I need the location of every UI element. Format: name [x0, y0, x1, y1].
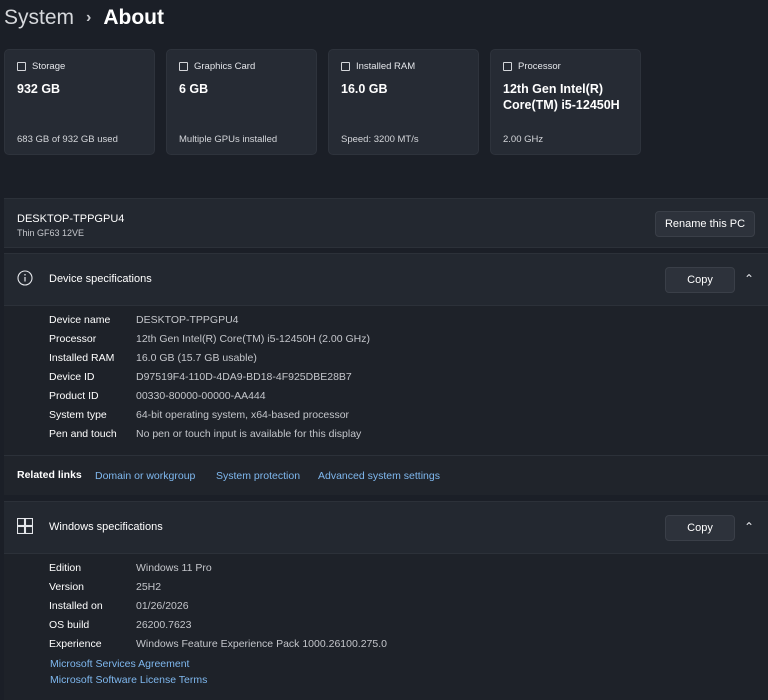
spec-value: Windows 11 Pro	[136, 562, 212, 574]
spec-value: 16.0 GB (15.7 GB usable)	[136, 352, 257, 364]
card-label: Storage	[32, 61, 66, 72]
chevron-up-icon[interactable]: ⌃	[741, 272, 757, 286]
spec-value: 12th Gen Intel(R) Core(TM) i5-12450H (2.…	[136, 333, 370, 345]
card-sub: 683 GB of 932 GB used	[17, 134, 118, 145]
copy-device-specs-button[interactable]: Copy	[665, 267, 735, 293]
spec-key: OS build	[49, 619, 90, 631]
card-label: Processor	[518, 61, 561, 72]
windows-specs-title: Windows specifications	[49, 521, 163, 533]
spec-value: No pen or touch input is available for t…	[136, 428, 362, 440]
storage-card[interactable]: Storage 932 GB 683 GB of 932 GB used	[4, 49, 155, 155]
spec-key: Edition	[49, 562, 82, 574]
windows-specs-body: Edition Windows 11 Pro Version 25H2 Inst…	[4, 554, 768, 700]
pc-name: DESKTOP-TPPGPU4	[17, 213, 125, 225]
spec-value: 64-bit operating system, x64-based proce…	[136, 409, 350, 421]
windows-logo-icon	[17, 518, 33, 534]
chevron-up-icon[interactable]: ⌃	[741, 520, 757, 534]
advanced-system-settings-link[interactable]: Advanced system settings	[318, 470, 440, 482]
ram-icon	[341, 62, 350, 71]
domain-workgroup-link[interactable]: Domain or workgroup	[95, 470, 195, 482]
device-specs-title: Device specifications	[49, 273, 152, 285]
spec-value: DESKTOP-TPPGPU4	[136, 314, 239, 326]
copy-windows-specs-button[interactable]: Copy	[665, 515, 735, 541]
processor-icon	[503, 62, 512, 71]
info-icon	[17, 270, 33, 286]
services-agreement-link[interactable]: Microsoft Services Agreement	[50, 658, 189, 670]
graphics-card-icon	[179, 62, 188, 71]
graphics-card-card[interactable]: Graphics Card 6 GB Multiple GPUs install…	[166, 49, 317, 155]
related-links: Related links Domain or workgroup System…	[4, 455, 768, 495]
license-terms-link[interactable]: Microsoft Software License Terms	[50, 674, 207, 686]
rename-pc-button[interactable]: Rename this PC	[655, 211, 755, 237]
spec-key: Product ID	[49, 390, 99, 402]
windows-specs-header[interactable]: Windows specifications Copy ⌃	[4, 501, 768, 553]
card-value: 6 GB	[179, 82, 209, 96]
storage-icon	[17, 62, 26, 71]
spec-key: Device name	[49, 314, 111, 326]
card-label: Graphics Card	[194, 61, 256, 72]
spec-key: Installed RAM	[49, 352, 115, 364]
breadcrumb-system[interactable]: System	[4, 6, 74, 30]
spec-value: 25H2	[136, 581, 162, 593]
card-sub: Multiple GPUs installed	[179, 134, 278, 145]
breadcrumb-separator: ›	[86, 9, 92, 26]
spec-value: 01/26/2026	[136, 600, 189, 612]
system-protection-link[interactable]: System protection	[216, 470, 300, 482]
page-title: About	[103, 6, 164, 29]
spec-value: D97519F4-110D-4DA9-BD18-4F925DBE28B7	[136, 371, 352, 383]
card-label: Installed RAM	[356, 61, 416, 72]
spec-value: 00330-80000-00000-AA444	[136, 390, 266, 402]
card-value: 16.0 GB	[341, 82, 388, 96]
spec-value: Windows Feature Experience Pack 1000.261…	[136, 638, 387, 650]
card-sub: 2.00 GHz	[503, 134, 544, 145]
card-sub: Speed: 3200 MT/s	[341, 134, 419, 145]
spec-key: System type	[49, 409, 107, 421]
spec-key: Installed on	[49, 600, 103, 612]
related-links-label: Related links	[17, 469, 82, 481]
spec-key: Version	[49, 581, 85, 593]
spec-key: Device ID	[49, 371, 95, 383]
device-specs-body: Device name DESKTOP-TPPGPU4 Processor 12…	[4, 306, 768, 455]
spec-key: Experience	[49, 638, 102, 650]
spec-key: Pen and touch	[49, 428, 117, 440]
spec-value: 26200.7623	[136, 619, 192, 631]
card-value: 932 GB	[17, 82, 61, 96]
breadcrumb: System › About	[4, 6, 164, 30]
ram-card[interactable]: Installed RAM 16.0 GB Speed: 3200 MT/s	[328, 49, 479, 155]
processor-card[interactable]: Processor 12th Gen Intel(R) Core(TM) i5-…	[490, 49, 641, 155]
pc-model: Thin GF63 12VE	[17, 228, 85, 238]
device-specs-header[interactable]: Device specifications Copy ⌃	[4, 253, 768, 305]
spec-key: Processor	[49, 333, 97, 345]
pc-name-panel: DESKTOP-TPPGPU4 Thin GF63 12VE Rename th…	[4, 198, 768, 248]
card-value: 12th Gen Intel(R) Core(TM) i5-12450H	[503, 82, 620, 112]
